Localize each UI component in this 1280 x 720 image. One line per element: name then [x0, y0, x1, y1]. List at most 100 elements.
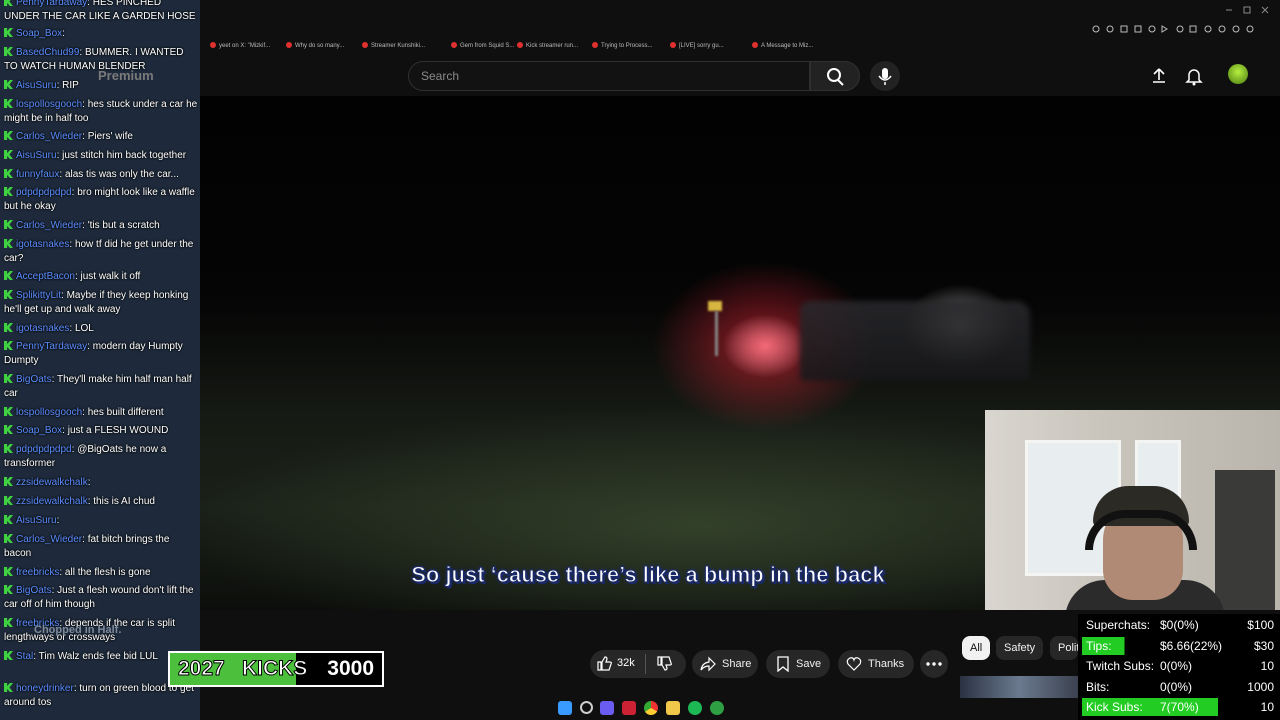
like-icon[interactable]: [596, 655, 612, 671]
chat-username[interactable]: Carlos_Wieder: [16, 220, 82, 231]
bookmark-tab[interactable]: A Message to Miz...: [752, 40, 813, 52]
window-controls[interactable]: [1220, 4, 1280, 16]
chat-message: lospollosgooch: hes built different: [4, 406, 198, 420]
bookmark-title: Why do so many...: [295, 43, 345, 49]
bookmark-title: A Message to Miz...: [761, 43, 814, 49]
chrome-icon[interactable]: [644, 701, 658, 715]
more-actions-button[interactable]: [920, 650, 948, 678]
bookmark-tab[interactable]: Kick streamer run...: [517, 40, 578, 52]
chat-username[interactable]: freebricks: [16, 567, 59, 578]
kicks-current: 2027: [178, 657, 226, 681]
kick-badge-icon: [4, 169, 13, 178]
kick-badge-icon: [4, 131, 13, 140]
chat-message: zzsidewalkchalk: this is AI chud: [4, 495, 198, 509]
favicon-icon: [517, 42, 523, 48]
like-divider: [645, 654, 646, 674]
kick-badge-icon: [4, 187, 13, 196]
kick-badge-icon: [4, 496, 13, 505]
bookmark-tab[interactable]: Gem from Squid S...: [451, 40, 514, 52]
bookmark-tab[interactable]: yeet on X: "Mizkif...: [210, 40, 270, 52]
bookmark-tab[interactable]: Why do so many...: [286, 40, 344, 52]
chat-text: just stitch him back together: [62, 150, 187, 161]
chat-separator: :: [61, 290, 67, 301]
chat-username[interactable]: pdpdpdpdpd: [16, 444, 72, 455]
voice-search-button[interactable]: [870, 61, 900, 91]
chat-text: hes built different: [87, 407, 164, 418]
chat-username[interactable]: Carlos_Wieder: [16, 534, 82, 545]
chat-message: BigOats: Just a flesh wound don't lift t…: [4, 584, 198, 612]
spotify-icon[interactable]: [688, 701, 702, 715]
chat-username[interactable]: igotasnakes: [16, 239, 69, 250]
kick-badge-icon: [4, 239, 13, 248]
file-explorer-icon[interactable]: [666, 701, 680, 715]
upload-icon[interactable]: [1150, 67, 1168, 85]
chat-separator: :: [82, 220, 88, 231]
kicks-label: KICKS: [241, 657, 308, 681]
kick-badge-icon: [4, 534, 13, 543]
taskbar-app-icon[interactable]: [622, 701, 636, 715]
chat-username[interactable]: BigOats: [16, 585, 52, 596]
chat-message: Carlos_Wieder: fat bitch brings the baco…: [4, 533, 198, 561]
stats-goal: $30: [1253, 638, 1274, 653]
recommended-thumbnail[interactable]: [960, 676, 1078, 698]
chat-username[interactable]: zzsidewalkchalk: [16, 477, 88, 488]
search-button[interactable]: [810, 61, 860, 91]
chat-separator: :: [87, 0, 93, 8]
chat-username[interactable]: AisuSuru: [16, 80, 57, 91]
chip-politics[interactable]: Polit: [1050, 636, 1078, 660]
discord-icon[interactable]: [600, 701, 614, 715]
avatar[interactable]: [1228, 64, 1248, 84]
chat-username[interactable]: AisuSuru: [16, 150, 57, 161]
stats-value: $6.66(22%): [1160, 638, 1223, 653]
kick-badge-icon: [4, 220, 13, 229]
chat-separator: :: [82, 407, 88, 418]
chat-username[interactable]: SplikittyLit: [16, 290, 61, 301]
chat-message: PennyTardaway: HES PINCHED UNDER THE CAR…: [4, 0, 198, 24]
chat-separator: :: [87, 477, 91, 488]
stats-value: 7(70%): [1160, 700, 1199, 714]
chat-username[interactable]: Soap_Box: [16, 28, 62, 39]
bookmark-tab[interactable]: [LIVE] sorry gu...: [670, 40, 724, 52]
chat-username[interactable]: Soap_Box: [16, 425, 62, 436]
chat-username[interactable]: PennyTardaway: [16, 0, 87, 8]
save-label: Save: [796, 658, 822, 670]
chat-username[interactable]: Carlos_Wieder: [16, 131, 82, 142]
chat-username[interactable]: BigOats: [16, 374, 52, 385]
favicon-icon: [670, 42, 676, 48]
taskbar-search-icon[interactable]: [580, 701, 593, 714]
bookmark-tab[interactable]: Trying to Process...: [592, 40, 652, 52]
chat-text: RIP: [62, 80, 79, 91]
chat-username[interactable]: PennyTardaway: [16, 341, 87, 352]
chat-username[interactable]: igotasnakes: [16, 323, 69, 334]
stats-row: Kick Subs: 7(70%) 10: [1082, 698, 1276, 716]
search-input[interactable]: Search: [408, 61, 810, 91]
stats-label: Superchats:: [1086, 618, 1151, 632]
chat-username[interactable]: BasedChud99: [16, 47, 79, 58]
chat-username[interactable]: Stal: [16, 651, 33, 662]
stats-label: Kick Subs:: [1086, 700, 1143, 714]
favicon-icon: [592, 42, 598, 48]
dislike-icon[interactable]: [656, 656, 672, 672]
notifications-bell-icon[interactable]: [1185, 66, 1203, 86]
like-count[interactable]: 32k: [617, 657, 635, 669]
taskbar: [548, 698, 738, 718]
chat-username[interactable]: honeydrinker: [16, 683, 74, 694]
chat-username[interactable]: lospollosgooch: [16, 407, 82, 418]
chat-username[interactable]: AcceptBacon: [16, 271, 75, 282]
chip-all[interactable]: All: [962, 636, 991, 660]
chip-safety[interactable]: Safety: [996, 636, 1044, 660]
youtube-logo-text[interactable]: Premium: [98, 68, 154, 83]
favicon-icon: [210, 42, 216, 48]
stats-row: Twitch Subs: 0(0%) 10: [1082, 657, 1276, 675]
windows-start-icon[interactable]: [558, 701, 572, 715]
bookmark-tab[interactable]: Streamer Kunshiki...: [362, 40, 425, 52]
chat-username[interactable]: zzsidewalkchalk: [16, 496, 88, 507]
xbox-icon[interactable]: [710, 701, 724, 715]
donation-stats-panel: Superchats: $0(0%) $100 Tips: $6.66(22%) $30 T…: [1078, 614, 1280, 720]
browser-extension-icons[interactable]: [1090, 22, 1276, 36]
chat-username[interactable]: pdpdpdpdpd: [16, 187, 72, 198]
chat-username[interactable]: AisuSuru: [16, 515, 57, 526]
chat-username[interactable]: funnyfaux: [16, 169, 59, 180]
chat-username[interactable]: lospollosgooch: [16, 99, 82, 110]
chat-message: SplikittyLit: Maybe if they keep honking…: [4, 289, 198, 317]
